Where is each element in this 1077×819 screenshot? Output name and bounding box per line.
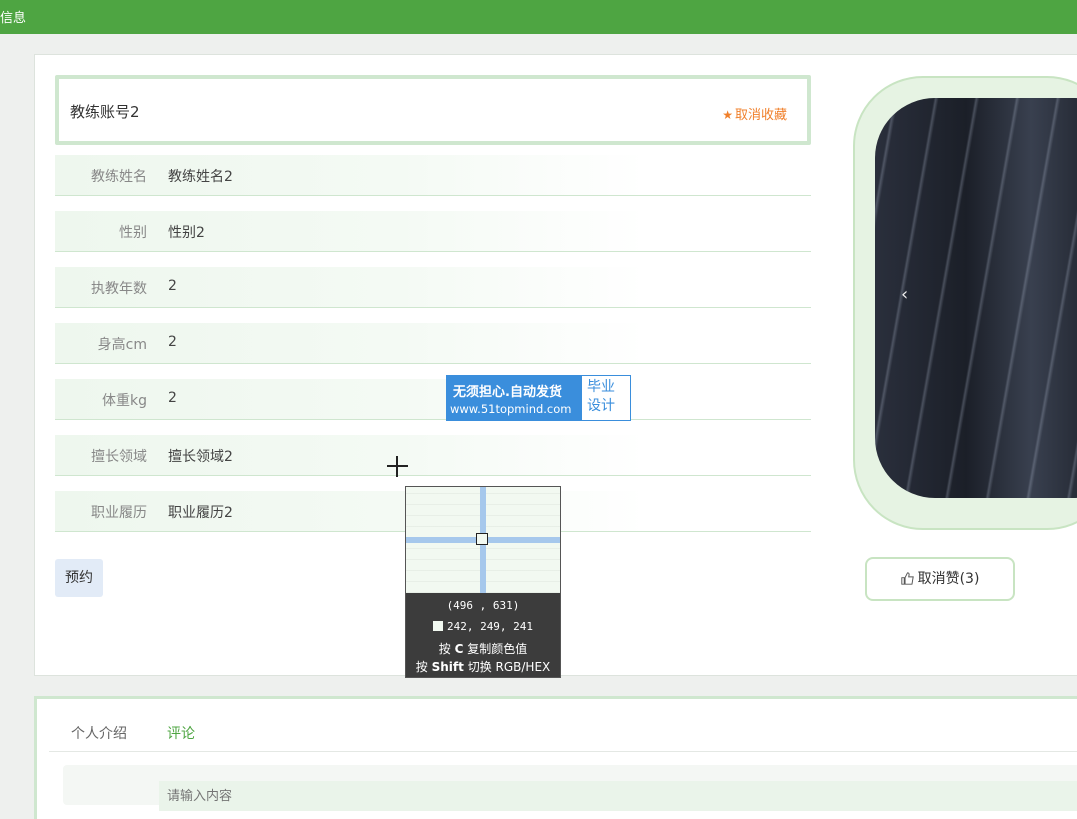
tip-prefix: 按 [438, 642, 451, 656]
carousel-prev-icon[interactable]: ‹ [901, 284, 908, 305]
field-label: 职业履历 [91, 505, 147, 521]
watermark-right-line2: 设计 [587, 398, 615, 414]
picker-tip-toggle: 按 Shift 切换 RGB/HEX [406, 658, 560, 675]
tip-key: Shift [431, 660, 464, 674]
crosshair-cursor-icon [396, 456, 398, 477]
picker-magnifier [406, 487, 560, 593]
tip-suffix: 复制颜色值 [467, 642, 528, 656]
field-label: 执教年数 [91, 281, 147, 297]
picker-tip-copy: 按 C 复制颜色值 [406, 640, 560, 657]
field-label: 擅长领域 [91, 449, 147, 465]
tab-comment[interactable]: 评论 [167, 723, 195, 743]
field-value: 教练姓名2 [168, 169, 233, 185]
photo-carousel: ‹ [853, 76, 1077, 530]
bottom-panel: 个人介绍 评论 [34, 696, 1077, 819]
field-label: 性别 [119, 225, 147, 241]
comment-input[interactable] [159, 781, 1077, 811]
color-picker-popup: (496 , 631) 242, 249, 241 按 C 复制颜色值 按 Sh… [405, 486, 561, 678]
watermark-left: 无须担心.自动发货 www.51topmind.com [447, 376, 582, 420]
unlike-button[interactable]: 取消赞(3) [865, 557, 1015, 601]
carousel-image: ‹ [875, 98, 1077, 498]
field-label: 体重kg [102, 393, 147, 409]
field-label: 身高cm [97, 337, 147, 353]
field-value: 2 [168, 390, 177, 406]
unfavorite-label: 取消收藏 [734, 108, 787, 123]
field-row-weight: 体重kg 2 [55, 379, 811, 420]
picker-coords: (496 , 631) [446, 599, 520, 612]
picker-info: (496 , 631) 242, 249, 241 按 C 复制颜色值 按 Sh… [406, 593, 560, 677]
tab-intro[interactable]: 个人介绍 [71, 723, 127, 743]
field-value: 职业履历2 [168, 505, 233, 521]
book-button[interactable]: 预约 [55, 559, 103, 597]
star-icon: ★ [722, 108, 733, 122]
field-label: 教练姓名 [91, 169, 147, 185]
picker-rgb-row: 242, 249, 241 [406, 620, 560, 633]
tip-key: C [454, 642, 464, 656]
picker-rgb: 242, 249, 241 [446, 620, 534, 633]
tip-prefix: 按 [415, 660, 428, 674]
field-row-coaching-years: 执教年数 2 [55, 267, 811, 308]
unfavorite-button[interactable]: ★ 取消收藏 [722, 104, 787, 123]
field-value: 性别2 [168, 225, 205, 241]
unlike-label: 取消赞(3) [917, 571, 980, 587]
coach-header: 教练账号2 ★ 取消收藏 [55, 75, 811, 145]
watermark-badge: 无须担心.自动发货 www.51topmind.com 毕业 设计 [446, 375, 631, 421]
detail-tabs: 个人介绍 评论 [49, 699, 1077, 752]
field-value: 2 [168, 278, 177, 294]
field-row-specialty: 擅长领域 擅长领域2 [55, 435, 811, 476]
comment-area [63, 765, 1077, 811]
picker-center-box [476, 533, 488, 545]
coach-name: 教练账号2 [70, 103, 140, 121]
thumbs-up-icon [900, 572, 914, 585]
watermark-url: www.51topmind.com [450, 402, 572, 416]
color-swatch [432, 621, 443, 631]
top-bar: 信息 [0, 0, 1077, 34]
tip-suffix: 切换 RGB/HEX [467, 660, 551, 674]
field-value: 擅长领域2 [168, 449, 233, 465]
watermark-right-line1: 毕业 [587, 379, 615, 395]
watermark-right: 毕业 设计 [587, 378, 615, 416]
field-row-height: 身高cm 2 [55, 323, 811, 364]
field-row-gender: 性别 性别2 [55, 211, 811, 252]
field-row-coach-name: 教练姓名 教练姓名2 [55, 155, 811, 196]
top-bar-title: 信息 [0, 11, 27, 26]
watermark-line1: 无须担心.自动发货 [453, 385, 562, 400]
field-value: 2 [168, 334, 177, 350]
